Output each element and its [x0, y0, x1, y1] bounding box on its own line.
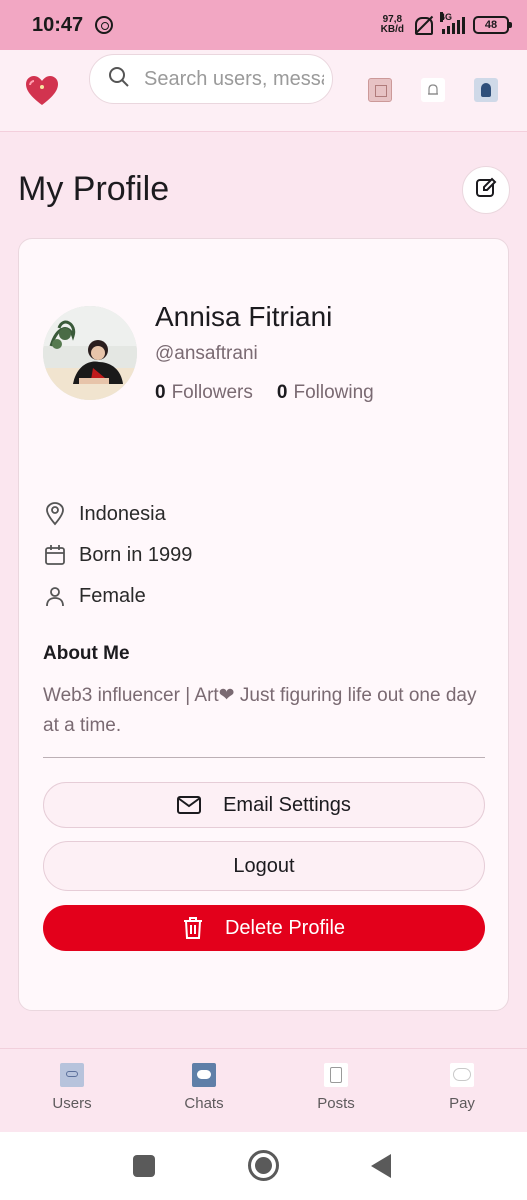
profile-avatar — [43, 306, 137, 400]
mail-icon — [177, 796, 202, 814]
page-title: My Profile — [18, 170, 170, 208]
battery-icon: 48 — [473, 16, 512, 34]
trash-icon — [183, 916, 203, 940]
search-box[interactable] — [89, 54, 333, 104]
profile-name: Annisa Fitriani — [155, 301, 333, 332]
network-speed: 97,8 KB/d — [381, 15, 404, 35]
following-stat[interactable]: 0 Following — [277, 382, 374, 404]
location-row: Indonesia — [43, 502, 166, 526]
followers-count: 0 — [155, 382, 166, 403]
network-speed-unit: KB/d — [380, 24, 404, 35]
chats-icon — [192, 1063, 216, 1087]
nav-label-posts: Posts — [317, 1095, 355, 1112]
search-input[interactable] — [144, 67, 324, 91]
about-text: Web3 influencer | Art❤ Just figuring lif… — [43, 685, 477, 736]
nav-label-chats: Chats — [184, 1095, 224, 1112]
birth-row: Born in 1999 — [43, 543, 192, 567]
home-icon[interactable] — [248, 1150, 279, 1181]
request-icon[interactable] — [368, 78, 392, 102]
network-type: 4G — [440, 12, 453, 22]
birth-text: Born in 1999 — [79, 543, 193, 566]
edit-profile-button[interactable] — [462, 166, 510, 214]
signal-icon: 4G — [440, 12, 465, 34]
following-label: Following — [293, 382, 374, 403]
profile-card: Annisa Fitriani @ansaftrani 0 Followers 0… — [18, 238, 509, 1011]
logout-button[interactable]: Logout — [43, 841, 485, 891]
email-settings-label: Email Settings — [223, 793, 351, 816]
users-icon — [60, 1063, 84, 1087]
heart-logo-icon[interactable] — [24, 73, 60, 109]
about-title: About Me — [43, 643, 130, 664]
whatsapp-icon — [95, 16, 114, 34]
person-icon — [43, 584, 67, 608]
app-header — [0, 50, 527, 132]
location-pin-icon — [43, 502, 67, 526]
status-indicators: 97,8 KB/d 4G 48 — [381, 12, 512, 35]
nav-label-users: Users — [52, 1095, 92, 1112]
pay-icon — [450, 1063, 474, 1087]
system-nav-bar — [0, 1132, 527, 1200]
user-avatar-icon[interactable] — [474, 78, 498, 102]
search-icon — [108, 66, 130, 93]
back-icon[interactable] — [371, 1154, 391, 1178]
recent-apps-icon[interactable] — [133, 1155, 155, 1177]
profile-handle: @ansaftrani — [155, 343, 258, 364]
followers-label: Followers — [171, 382, 253, 403]
posts-icon — [324, 1063, 348, 1087]
nav-item-posts[interactable]: Posts — [296, 1063, 376, 1112]
nav-item-pay[interactable]: Pay — [422, 1063, 502, 1112]
calendar-icon — [43, 543, 67, 567]
delete-profile-label: Delete Profile — [224, 916, 346, 939]
status-bar: 10:47 97,8 KB/d 4G 48 — [0, 0, 527, 50]
follow-stats: 0 Followers 0 Following — [155, 382, 374, 404]
following-count: 0 — [276, 382, 288, 403]
status-time: 10:47 — [32, 13, 84, 36]
bottom-nav: Users Chats Posts Pay — [0, 1048, 527, 1132]
followers-stat[interactable]: 0 Followers — [155, 382, 253, 404]
nav-item-chats[interactable]: Chats — [164, 1063, 244, 1112]
email-settings-button[interactable]: Email Settings — [43, 782, 485, 828]
gender-row: Female — [43, 584, 146, 608]
nav-label-pay: Pay — [449, 1095, 475, 1112]
logout-label: Logout — [233, 854, 295, 877]
location-text: Indonesia — [79, 502, 166, 525]
notification-bell-icon[interactable] — [421, 78, 445, 102]
edit-icon — [474, 176, 498, 205]
gender-text: Female — [79, 584, 146, 607]
delete-profile-button[interactable]: Delete Profile — [43, 905, 485, 951]
mute-icon — [412, 15, 434, 35]
nav-item-users[interactable]: Users — [32, 1063, 112, 1112]
divider — [43, 757, 485, 758]
